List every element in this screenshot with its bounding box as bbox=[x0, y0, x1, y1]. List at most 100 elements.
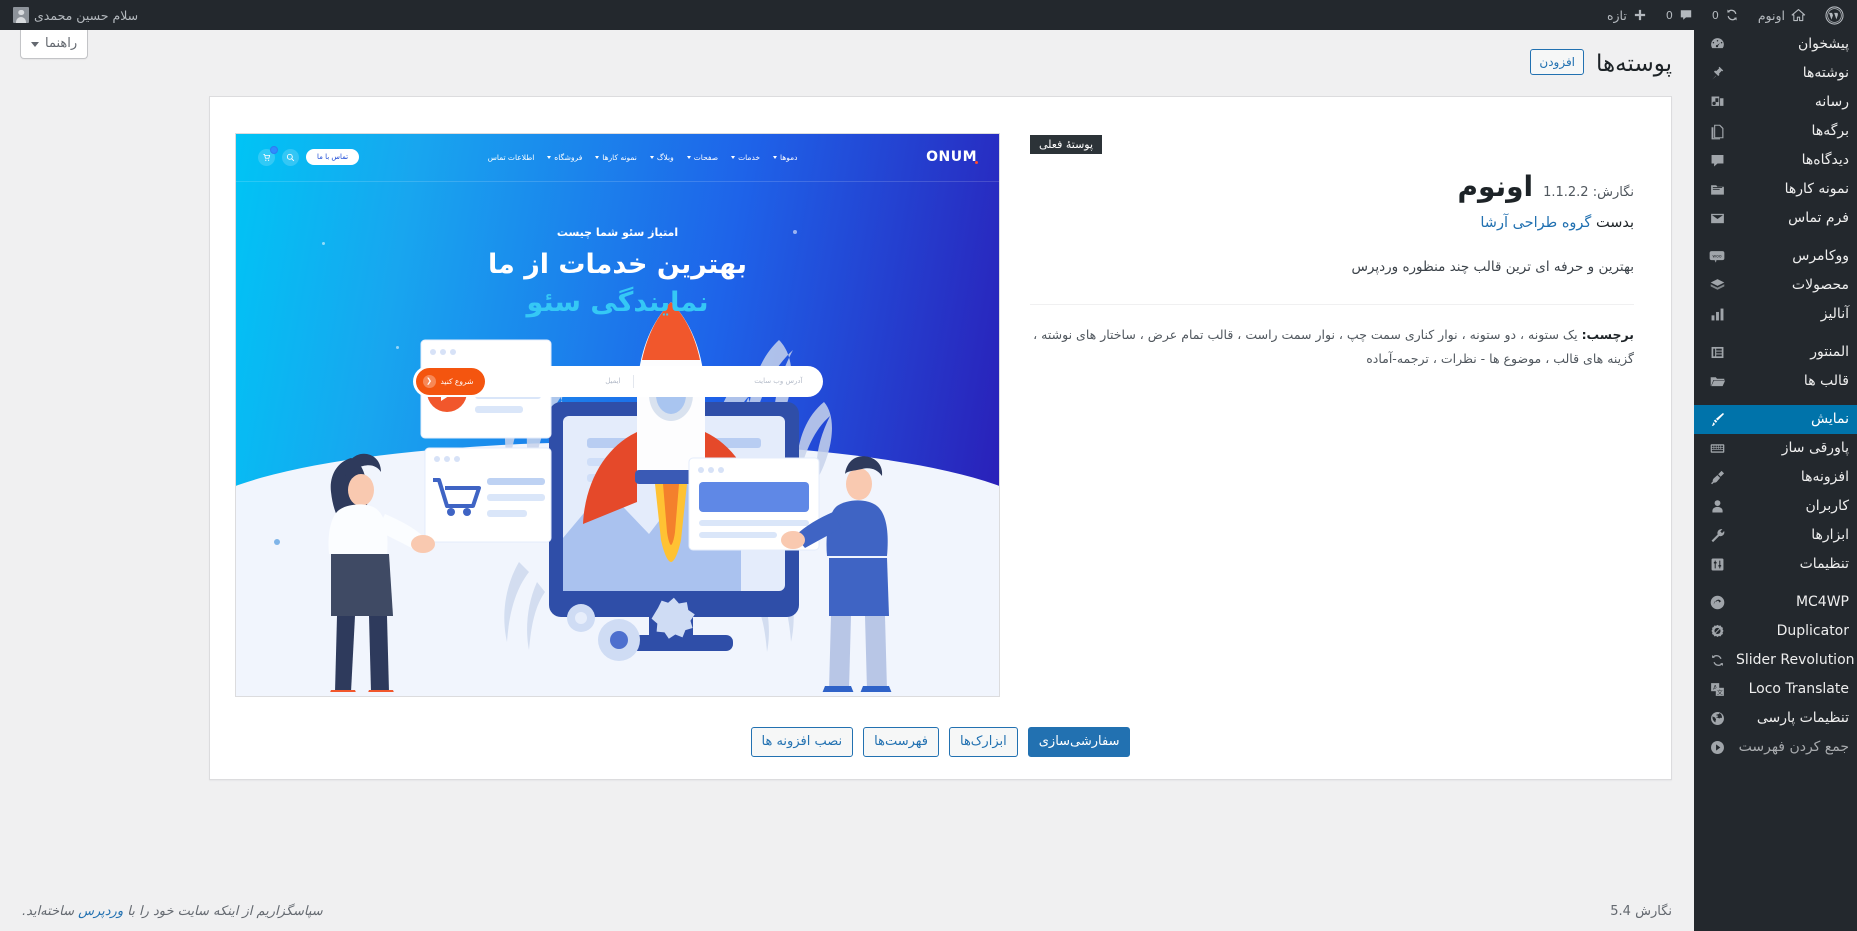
admin-bar: اونوم 0 0 تازه سلام حسین محمدی bbox=[0, 0, 1857, 30]
preview-website-field: آدرس وب سایت bbox=[754, 377, 803, 386]
theme-card-inner: پوستهٔ فعلی نگارش: 1.1.2.2 اونوم بدست گر… bbox=[210, 97, 1671, 697]
sidebar-item-label: قالب ها bbox=[1803, 373, 1849, 389]
sidebar-item-settings[interactable]: تنظیمات bbox=[1694, 550, 1857, 579]
sidebar-item-plugins[interactable]: افزونه‌ها bbox=[1694, 463, 1857, 492]
sidebar-item-templates[interactable]: قالب ها bbox=[1694, 367, 1857, 396]
preview-headline-line1: بهترین خدمات از ما bbox=[487, 248, 748, 280]
theme-author: بدست گروه طراحی آرشا bbox=[1030, 215, 1634, 231]
slider-revolution-icon bbox=[1704, 652, 1730, 669]
sidebar-item-label: افزونه‌ها bbox=[1800, 469, 1849, 485]
theme-version: نگارش: 1.1.2.2 bbox=[1543, 184, 1634, 200]
chevron-down-icon bbox=[547, 155, 552, 159]
field-divider bbox=[632, 374, 634, 388]
sidebar-item-slider-revolution[interactable]: Slider Revolution bbox=[1694, 646, 1857, 675]
comments-menu[interactable]: 0 bbox=[1657, 0, 1703, 30]
sidebar-item-duplicator[interactable]: Duplicator bbox=[1694, 617, 1857, 646]
preview-headline: بهترین خدمات از ما نمایندگی سئو bbox=[236, 246, 999, 323]
svg-text:woo: woo bbox=[1712, 254, 1721, 259]
update-arrows-icon bbox=[1727, 9, 1737, 21]
chevron-down-icon bbox=[686, 155, 691, 159]
install-plugins-button[interactable]: نصب افزونه ها bbox=[750, 726, 854, 757]
sidebar-item-parsi-settings[interactable]: تنظیمات پارسی bbox=[1694, 704, 1857, 733]
sidebar-item-media[interactable]: رسانه bbox=[1694, 88, 1857, 117]
sidebar-item-portfolio[interactable]: نمونه کارها bbox=[1694, 175, 1857, 204]
updates-menu[interactable]: 0 bbox=[1703, 0, 1749, 30]
preview-nav-item: اطلاعات تماس bbox=[487, 152, 535, 162]
users-icon bbox=[1704, 498, 1730, 515]
sidebar-item-contact-form[interactable]: فرم تماس bbox=[1694, 204, 1857, 233]
comments-count: 0 bbox=[1665, 8, 1673, 22]
sidebar-item-label: محصولات bbox=[1791, 277, 1849, 293]
sidebar-item-elementor[interactable]: المنتور bbox=[1694, 338, 1857, 367]
customize-button[interactable]: سفارشی‌سازی bbox=[1027, 726, 1131, 757]
sidebar-item-label: تنظیمات bbox=[1799, 556, 1849, 572]
sidebar-item-label: Loco Translate bbox=[1748, 681, 1849, 697]
sidebar-item-users[interactable]: کاربران bbox=[1694, 492, 1857, 521]
theme-tags: برچسب: یک ستونه ، دو ستونه ، نوار کناری … bbox=[1030, 323, 1634, 371]
sidebar-item-woocommerce[interactable]: woo ووکامرس bbox=[1694, 242, 1857, 271]
portfolio-icon bbox=[1704, 181, 1730, 198]
theme-tags-label: برچسب: bbox=[1581, 327, 1634, 343]
my-account-menu[interactable]: سلام حسین محمدی bbox=[4, 0, 147, 30]
menus-button[interactable]: فهرست‌ها bbox=[863, 726, 939, 757]
preview-logo: ONUM bbox=[926, 149, 978, 166]
sidebar-item-label: آنالیز bbox=[1820, 306, 1849, 322]
comment-bubble-icon bbox=[1680, 10, 1692, 20]
folder-icon bbox=[1704, 373, 1730, 390]
products-box-icon bbox=[1704, 277, 1730, 294]
sidebar-separator bbox=[1694, 233, 1857, 242]
widgets-button[interactable]: ابزارک‌ها bbox=[948, 726, 1018, 757]
wordpress-logo-icon bbox=[1825, 5, 1844, 25]
add-new-theme-button[interactable]: افزودن bbox=[1530, 49, 1585, 76]
sidebar-item-tools[interactable]: ابزارها bbox=[1694, 521, 1857, 550]
sidebar-item-dashboard[interactable]: پیشخوان bbox=[1694, 30, 1857, 59]
cart-count-badge bbox=[270, 145, 279, 154]
sidebar-item-products[interactable]: محصولات bbox=[1694, 271, 1857, 300]
preview-nav-item: دموها bbox=[773, 153, 798, 162]
theme-tags-value: یک ستونه ، دو ستونه ، نوار کناری سمت چپ … bbox=[1033, 327, 1634, 367]
sidebar-item-label: Slider Revolution bbox=[1736, 652, 1855, 668]
sidebar-item-label: رسانه bbox=[1814, 94, 1849, 110]
preview-nav-item: خدمات bbox=[731, 153, 760, 162]
wp-logo-menu[interactable] bbox=[1816, 0, 1853, 30]
tools-wrench-icon bbox=[1704, 527, 1730, 544]
sidebar-item-label: جمع کردن فهرست bbox=[1738, 739, 1849, 755]
sidebar-collapse-menu[interactable]: جمع کردن فهرست bbox=[1694, 733, 1857, 762]
sidebar-item-label: تنظیمات پارسی bbox=[1756, 710, 1849, 726]
admin-bar-right-group: اونوم 0 0 تازه bbox=[1598, 0, 1857, 30]
sidebar-item-loco-translate[interactable]: A文 Loco Translate bbox=[1694, 675, 1857, 704]
theme-description: بهترین و حرفه ای ترین قالب چند منظوره ور… bbox=[1351, 258, 1634, 275]
sidebar-item-appearance[interactable]: نمایش bbox=[1694, 405, 1857, 434]
preview-cta-button: ❮ شروع کنید bbox=[415, 367, 486, 395]
sidebar-item-label: کاربران bbox=[1805, 498, 1849, 514]
chevron-down-icon bbox=[773, 155, 778, 159]
sidebar-item-analytics[interactable]: آنالیز bbox=[1694, 300, 1857, 329]
envelope-icon bbox=[1704, 210, 1730, 227]
sidebar-item-label: نمونه کارها bbox=[1784, 181, 1849, 197]
sidebar-item-posts[interactable]: نوشته‌ها bbox=[1694, 59, 1857, 88]
svg-text:文: 文 bbox=[1716, 688, 1722, 696]
sidebar-item-mc4wp[interactable]: MC4WP bbox=[1694, 588, 1857, 617]
sidebar-item-label: نمایش bbox=[1810, 411, 1849, 427]
pages-icon bbox=[1704, 123, 1730, 140]
preview-illustration bbox=[274, 301, 892, 692]
preview-headline-line2: نمایندگی سئو bbox=[526, 287, 709, 319]
theme-author-link[interactable]: گروه طراحی آرشا bbox=[1480, 215, 1591, 231]
collapse-icon bbox=[1704, 739, 1730, 756]
settings-sliders-icon bbox=[1704, 556, 1730, 573]
preview-nav-item: صفحات bbox=[686, 153, 718, 162]
wordpress-link[interactable]: وردپرس bbox=[78, 904, 123, 919]
help-tab-button[interactable]: راهنما bbox=[20, 30, 89, 59]
footer-builder-icon bbox=[1704, 440, 1730, 457]
mailchimp-icon bbox=[1704, 594, 1730, 611]
sidebar-item-footer-builder[interactable]: پاورقی ساز bbox=[1694, 434, 1857, 463]
sidebar-item-comments[interactable]: دیدگاه‌ها bbox=[1694, 146, 1857, 175]
site-name-menu[interactable]: اونوم bbox=[1749, 0, 1816, 30]
sidebar-item-label: المنتور bbox=[1810, 344, 1849, 360]
theme-name-heading: نگارش: 1.1.2.2 اونوم bbox=[1030, 170, 1635, 203]
new-content-menu[interactable]: تازه bbox=[1598, 0, 1657, 30]
comments-icon bbox=[1704, 152, 1730, 169]
duplicator-icon bbox=[1704, 623, 1730, 640]
sidebar-item-pages[interactable]: برگه‌ها bbox=[1694, 117, 1857, 146]
home-icon bbox=[1791, 8, 1806, 21]
